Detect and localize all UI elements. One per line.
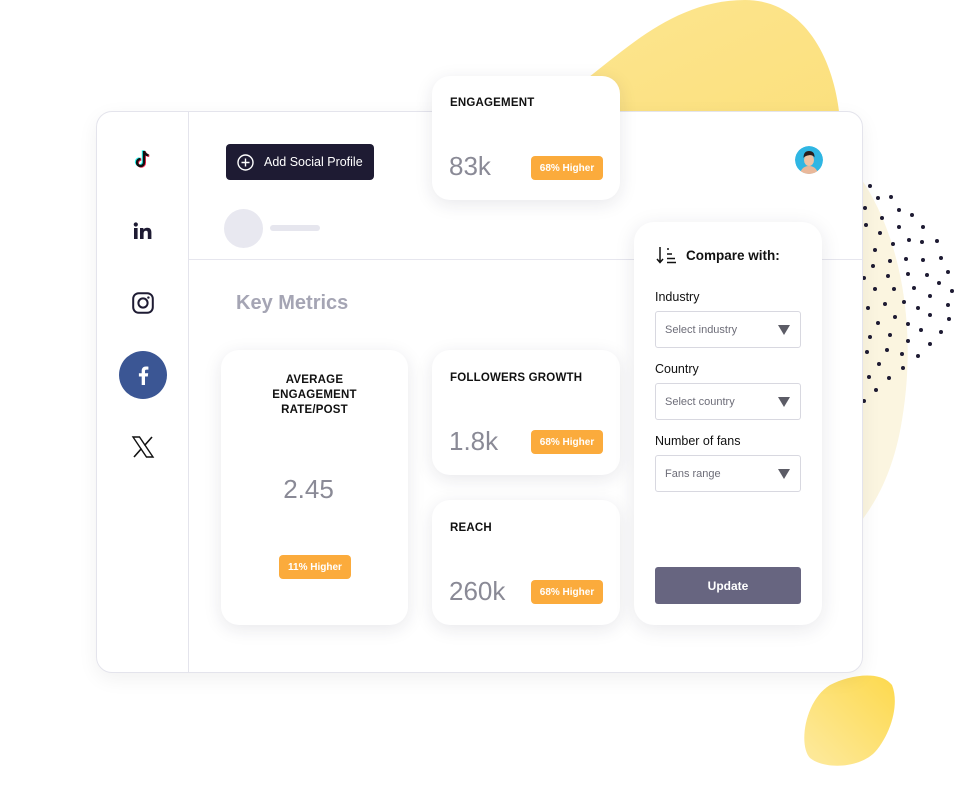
country-label: Country — [655, 362, 699, 376]
add-social-profile-label: Add Social Profile — [264, 155, 363, 169]
industry-label: Industry — [655, 290, 700, 304]
sidebar-item-facebook[interactable] — [119, 351, 167, 399]
x-icon — [131, 436, 155, 458]
metric-value: 1.8k — [449, 426, 499, 456]
metric-card-average-engagement: AVERAGE ENGAGEMENT RATE/POST 2.45 11% Hi… — [221, 350, 408, 625]
metric-title: ENGAGEMENT — [450, 97, 535, 109]
user-avatar-image — [795, 146, 823, 174]
comparison-badge: 11% Higher — [279, 555, 351, 579]
comparison-badge: 68% Higher — [531, 430, 603, 454]
industry-select-placeholder: Select industry — [665, 323, 738, 336]
country-select-placeholder: Select country — [665, 395, 735, 408]
tiktok-icon — [134, 150, 150, 168]
metric-value: 2.45 — [283, 474, 334, 504]
instagram-icon — [132, 292, 154, 314]
country-select[interactable]: Select country — [655, 383, 801, 420]
plus-circle-icon — [237, 153, 254, 171]
sidebar-item-linkedin[interactable] — [119, 207, 167, 255]
metric-value: 83k — [449, 151, 491, 181]
dropdown-arrow-icon — [778, 324, 790, 335]
metric-title: AVERAGE ENGAGEMENT RATE/POST — [272, 374, 357, 416]
update-button[interactable]: Update — [655, 567, 801, 604]
metric-title: REACH — [450, 522, 492, 534]
fans-range-select[interactable]: Fans range — [655, 455, 801, 492]
dropdown-arrow-icon — [778, 468, 790, 479]
decorative-blob-top — [585, 0, 840, 120]
metric-value: 260k — [449, 576, 506, 606]
decorative-blob-bottom — [804, 675, 895, 766]
comparison-badge: 68% Higher — [531, 580, 603, 604]
metric-title: FOLLOWERS GROWTH — [450, 372, 583, 384]
metric-card-engagement: ENGAGEMENT 83k 68% Higher — [432, 76, 620, 200]
user-avatar[interactable] — [795, 146, 823, 174]
sidebar-item-instagram[interactable] — [119, 279, 167, 327]
metric-card-followers-growth: FOLLOWERS GROWTH 1.8k 68% Higher — [432, 350, 620, 475]
comparison-badge: 68% Higher — [531, 156, 603, 180]
fans-label: Number of fans — [655, 434, 741, 448]
sort-descending-icon — [656, 247, 676, 264]
decorative-dot-pattern — [862, 184, 954, 403]
add-social-profile-button[interactable]: Add Social Profile — [226, 144, 374, 180]
dropdown-arrow-icon — [778, 396, 790, 407]
sidebar-item-x[interactable] — [119, 423, 167, 471]
key-metrics-heading: Key Metrics — [236, 292, 349, 314]
compare-panel: Compare with: Industry Select industry C… — [634, 222, 822, 625]
profile-name-placeholder — [270, 225, 320, 231]
profile-avatar-placeholder — [224, 209, 263, 248]
facebook-icon — [138, 366, 149, 385]
compare-title: Compare with: — [656, 246, 780, 264]
industry-select[interactable]: Select industry — [655, 311, 801, 348]
linkedin-icon — [133, 222, 152, 239]
sidebar-item-tiktok[interactable] — [119, 135, 167, 183]
metric-card-reach: REACH 260k 68% Higher — [432, 500, 620, 625]
social-sidebar — [97, 112, 189, 672]
fans-select-placeholder: Fans range — [665, 467, 721, 480]
compare-title-text: Compare with: — [686, 247, 780, 263]
